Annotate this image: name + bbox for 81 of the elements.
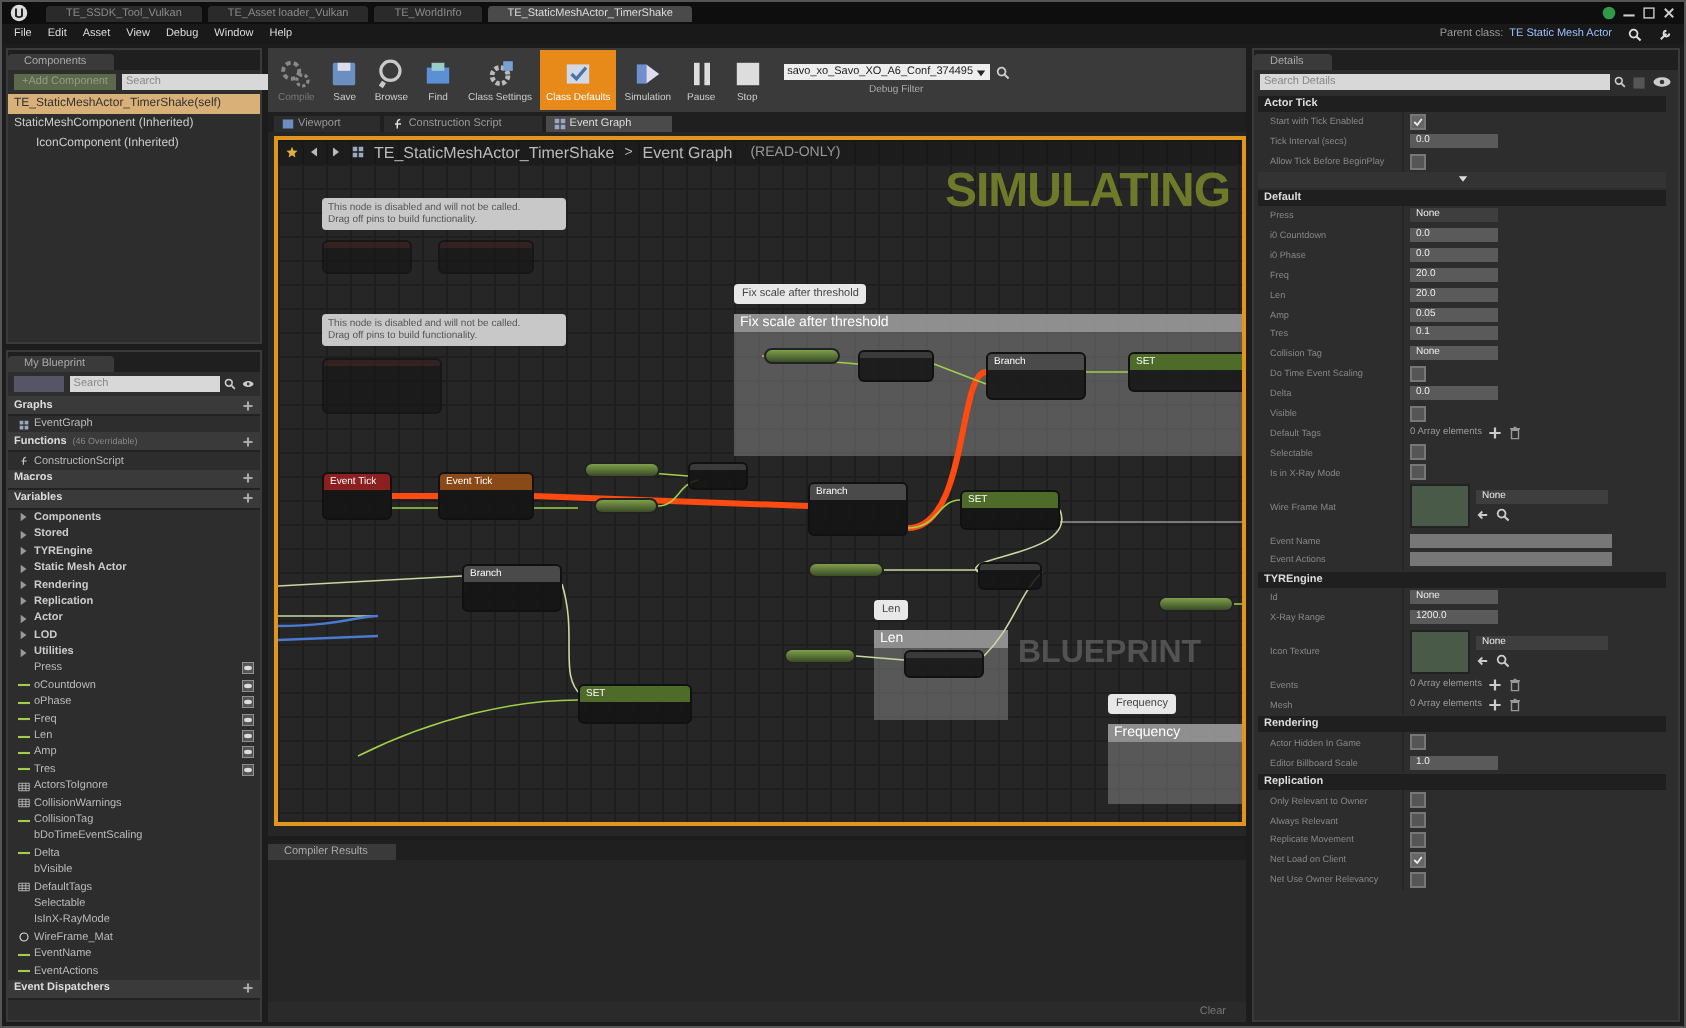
operator-node[interactable] (858, 350, 934, 382)
asset-thumbnail[interactable] (1410, 629, 1470, 674)
array-grid-icon (18, 781, 30, 792)
add-icon[interactable] (242, 982, 254, 995)
variable-node[interactable] (1158, 596, 1234, 612)
array-grid-icon (18, 798, 30, 809)
variable-node[interactable] (808, 562, 884, 578)
checkbox[interactable] (1410, 365, 1426, 382)
checkbox[interactable] (1410, 734, 1426, 751)
forward-arrow-icon[interactable] (330, 146, 342, 158)
search-icon (223, 378, 236, 390)
add-icon[interactable] (242, 492, 254, 505)
add-icon[interactable] (1488, 678, 1502, 693)
checkbox[interactable] (1410, 405, 1426, 422)
browse-icon (375, 57, 408, 89)
checkbox[interactable] (1410, 464, 1426, 481)
text-field[interactable] (1410, 552, 1612, 567)
checkbox[interactable] (1410, 444, 1426, 461)
function-icon (18, 456, 30, 467)
checkbox[interactable] (1410, 851, 1426, 868)
settings-icon (484, 57, 517, 89)
function-icon (392, 118, 405, 130)
add-icon[interactable] (1488, 425, 1502, 440)
add-icon[interactable] (242, 399, 254, 411)
save-icon (328, 57, 361, 89)
find-icon (422, 57, 455, 89)
star-icon[interactable] (286, 146, 298, 158)
expose-eye-icon[interactable] (242, 679, 254, 692)
search-icon[interactable] (1496, 653, 1510, 668)
close-icon[interactable] (1662, 6, 1676, 20)
checkbox[interactable] (1410, 153, 1426, 170)
back-arrow-icon[interactable] (1476, 508, 1490, 523)
expose-eye-icon[interactable] (242, 662, 254, 675)
graph-icon (352, 146, 364, 158)
search-icon[interactable] (995, 65, 1010, 79)
variable-node[interactable] (784, 648, 856, 664)
graph-icon (553, 118, 566, 130)
back-arrow-icon[interactable] (308, 146, 320, 158)
breadcrumb-graph[interactable]: Event Graph (642, 143, 733, 161)
simulating-overlay-text: SIMULATING (944, 164, 1230, 220)
trash-icon[interactable] (1508, 425, 1522, 440)
eye-icon[interactable] (1652, 76, 1672, 88)
expose-eye-icon[interactable] (242, 763, 254, 776)
operator-node[interactable] (978, 562, 1042, 590)
back-arrow-icon[interactable] (1476, 653, 1490, 668)
checkbox[interactable] (1410, 113, 1426, 130)
add-icon[interactable] (242, 472, 254, 485)
search-icon[interactable] (1496, 508, 1510, 523)
stop-icon (731, 57, 764, 89)
dropdown-caret-icon (975, 67, 986, 77)
checkbox[interactable] (1410, 831, 1426, 848)
add-icon[interactable] (242, 435, 254, 448)
wrench-icon[interactable] (1658, 27, 1672, 41)
variable-node[interactable] (594, 498, 658, 514)
asset-thumbnail[interactable] (1410, 484, 1470, 529)
variable-node[interactable] (584, 462, 660, 478)
array-grid-icon (18, 882, 30, 893)
trash-icon[interactable] (1508, 698, 1522, 713)
status-circle-icon (1602, 6, 1616, 20)
checkbox[interactable] (1410, 812, 1426, 829)
text-field[interactable] (1410, 533, 1612, 548)
expand-arrow-icon[interactable] (1455, 172, 1469, 187)
trash-icon[interactable] (1508, 678, 1522, 693)
operator-node[interactable] (904, 650, 984, 678)
checkbox[interactable] (1410, 871, 1426, 888)
expose-eye-icon[interactable] (242, 713, 254, 726)
graph-icon (18, 419, 30, 430)
expose-eye-icon[interactable] (242, 730, 254, 743)
add-icon[interactable] (1488, 698, 1502, 713)
viewport-icon (282, 118, 294, 130)
compile-icon (280, 57, 313, 89)
maximize-icon[interactable] (1642, 6, 1656, 20)
variable-node[interactable] (764, 348, 840, 364)
search-icon[interactable] (1628, 27, 1642, 41)
expose-eye-icon[interactable] (242, 696, 254, 709)
expose-eye-icon[interactable] (242, 746, 254, 759)
checkbox[interactable] (1410, 792, 1426, 809)
operator-node[interactable] (688, 462, 748, 490)
breadcrumb-blueprint[interactable]: TE_StaticMeshActor_TimerShake (374, 143, 615, 161)
search-icon (1614, 76, 1626, 88)
eye-icon[interactable] (241, 378, 254, 390)
